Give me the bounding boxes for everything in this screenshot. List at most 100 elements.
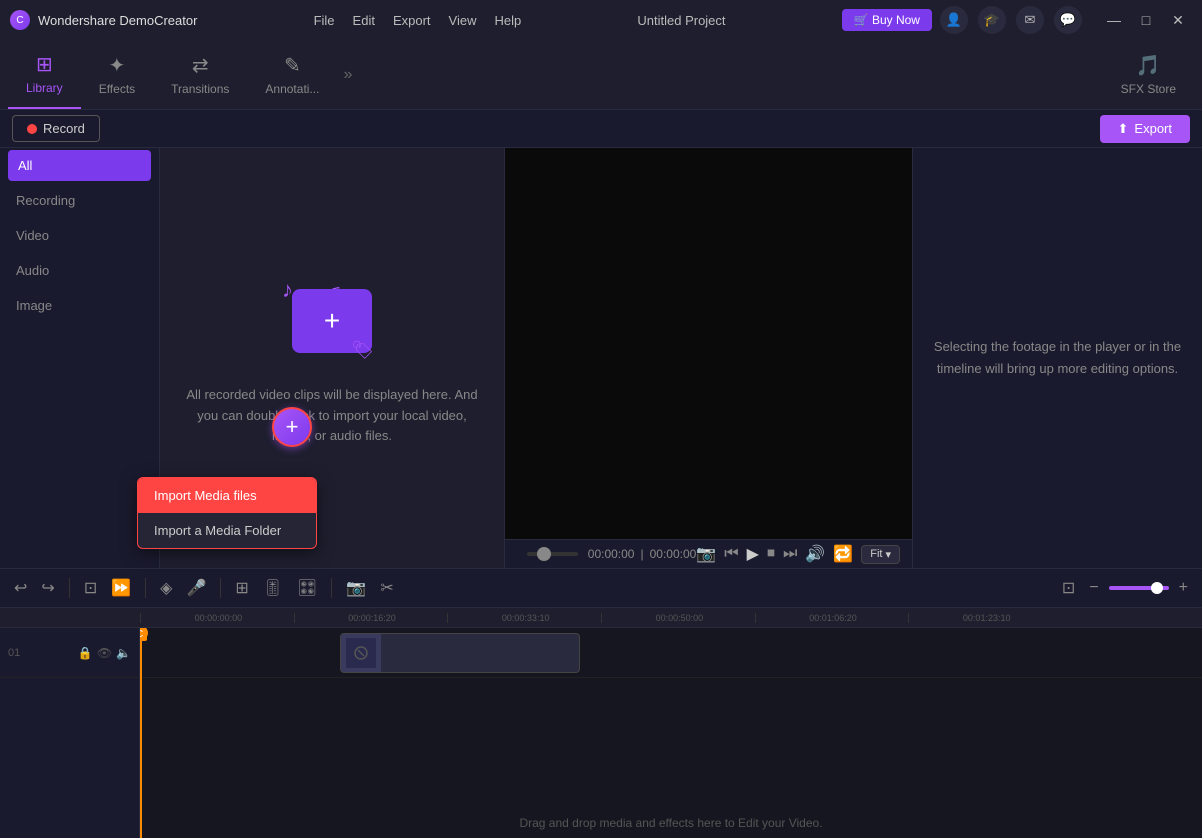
learn-icon[interactable]: 🎓: [978, 6, 1006, 34]
media-empty-text: All recorded video clips will be display…: [180, 385, 484, 447]
tab-library[interactable]: ⊞ Library: [8, 40, 81, 109]
import-folder-label: Import a Media Folder: [154, 523, 281, 538]
zoom-out-button[interactable]: −: [1085, 575, 1102, 601]
transitions-icon: ⇄: [192, 53, 209, 78]
center-media-area: ♪ ♫ + 🏷 All recorded video clips will be…: [160, 148, 504, 568]
sidebar-item-image[interactable]: Image: [0, 288, 159, 323]
import-media-files-item[interactable]: Import Media files: [138, 478, 316, 513]
sidebar-content: All Recording Video Audio Image: [0, 148, 504, 568]
playhead: C: [140, 628, 142, 838]
crop-button[interactable]: ⊡: [80, 574, 101, 602]
toolbar-divider-4: [331, 578, 332, 598]
zoom-in-button[interactable]: +: [1175, 575, 1192, 601]
close-button[interactable]: ✕: [1164, 6, 1192, 34]
sidebar-item-audio[interactable]: Audio: [0, 253, 159, 288]
tab-more-button[interactable]: »: [337, 40, 358, 109]
sidebar-item-video[interactable]: Video: [0, 218, 159, 253]
split-button[interactable]: ✂: [376, 574, 397, 602]
buy-now-button[interactable]: 🛒 Buy Now: [842, 9, 932, 31]
mail-icon[interactable]: ✉: [1016, 6, 1044, 34]
ruler-mark-3: 00:00:50:00: [601, 613, 755, 623]
clip-thumbnail: [341, 633, 381, 673]
next-frame-icon[interactable]: ⏭: [783, 545, 797, 563]
info-panel: Selecting the footage in the player or i…: [912, 148, 1202, 568]
menu-edit[interactable]: Edit: [353, 13, 375, 28]
export-button[interactable]: ⬆ Export: [1100, 115, 1190, 143]
track-audio-icon[interactable]: 🔈: [116, 646, 131, 660]
tab-effects[interactable]: ✦ Effects: [81, 40, 153, 109]
zoom-slider-thumb[interactable]: [1151, 582, 1163, 594]
timeline-tracks: 01 🔒 👁 🔈 C: [0, 628, 1202, 838]
media-clip-1[interactable]: [340, 633, 580, 673]
drag-drop-text: Drag and drop media and effects here to …: [519, 816, 822, 830]
preview-progress-bar[interactable]: [527, 552, 578, 556]
undo-button[interactable]: ↩: [10, 574, 31, 602]
speed-button[interactable]: ⏩: [107, 574, 135, 602]
export-label: Export: [1134, 121, 1172, 136]
audio-eq-button[interactable]: 🎛: [293, 574, 321, 602]
info-text: Selecting the footage in the player or i…: [933, 336, 1182, 380]
clip-thumb-icon: [346, 638, 376, 668]
ruler-mark-5: 00:01:23:10: [908, 613, 1062, 623]
zoom-slider-container: [1109, 586, 1169, 590]
tab-transitions[interactable]: ⇄ Transitions: [153, 40, 247, 109]
titlebar-menu: File Edit Export View Help: [314, 13, 522, 28]
ruler-mark-2: 00:00:33:10: [447, 613, 601, 623]
track-lock-icon[interactable]: 🔒: [78, 646, 93, 660]
menu-export[interactable]: Export: [393, 13, 431, 28]
account-icon[interactable]: 👤: [940, 6, 968, 34]
minimize-button[interactable]: —: [1100, 6, 1128, 34]
fit-timeline-button[interactable]: ⊡: [1058, 574, 1079, 602]
total-time: 00:00:00: [650, 547, 697, 561]
audio-adj-button[interactable]: 🎚: [259, 574, 287, 602]
maximize-button[interactable]: □: [1132, 6, 1160, 34]
left-and-center: All Recording Video Audio Image: [0, 148, 505, 568]
prev-frame-icon[interactable]: ⏮: [724, 545, 738, 563]
redo-button[interactable]: ↪: [37, 574, 58, 602]
tab-annotations[interactable]: ✎ Annotati...: [247, 40, 337, 109]
folder-plus-icon: +: [324, 305, 340, 337]
progress-thumb[interactable]: [537, 547, 551, 561]
fit-chevron: ▾: [885, 548, 891, 561]
track-visibility-icon[interactable]: 👁: [97, 646, 112, 660]
tab-sfxstore[interactable]: 🎵 SFX Store: [1103, 40, 1194, 109]
tracks-content: C Drag and drop media and effects here t…: [140, 628, 1202, 838]
tag-icon: 🏷: [351, 340, 374, 361]
record-label: Record: [43, 121, 85, 136]
app-logo: C: [10, 10, 30, 30]
import-media-label: Import Media files: [154, 488, 257, 503]
zoom-slider[interactable]: [1109, 586, 1169, 590]
track-label-1: 01 🔒 👁 🔈: [0, 628, 139, 678]
snapshot-button[interactable]: 📷: [342, 574, 370, 602]
menu-file[interactable]: File: [314, 13, 335, 28]
sfxstore-icon: 🎵: [1136, 53, 1161, 78]
content-area: All Recording Video Audio Image: [0, 148, 1202, 568]
volume-icon[interactable]: 🔊: [805, 544, 825, 564]
play-icon[interactable]: ▶: [747, 544, 759, 564]
menu-view[interactable]: View: [449, 13, 477, 28]
preview-screen: [505, 148, 912, 539]
fit-label: Fit: [870, 548, 882, 560]
window-controls: — □ ✕: [1100, 6, 1192, 34]
top-section: Record ⬆ Export All Recording Video: [0, 110, 1202, 568]
sidebar-item-recording[interactable]: Recording: [0, 183, 159, 218]
loop-icon[interactable]: 🔁: [833, 544, 853, 564]
menu-help[interactable]: Help: [494, 13, 521, 28]
toolbar-right: ⊡ − +: [1058, 574, 1192, 602]
record-button[interactable]: Record: [12, 115, 100, 142]
fit-button[interactable]: Fit ▾: [861, 545, 900, 564]
screenshot-icon[interactable]: 📷: [696, 544, 716, 564]
import-media-folder-item[interactable]: Import a Media Folder: [138, 513, 316, 548]
support-icon[interactable]: 💬: [1054, 6, 1082, 34]
add-media-button[interactable]: +: [272, 407, 312, 447]
timeline-ruler: 00:00:00:00 00:00:16:20 00:00:33:10 00:0…: [0, 608, 1202, 628]
sidebar-item-all[interactable]: All: [8, 150, 151, 181]
mic-button[interactable]: 🎤: [182, 574, 210, 602]
project-title: Untitled Project: [637, 13, 725, 28]
mark-button[interactable]: ◈: [156, 574, 176, 602]
stop-icon[interactable]: ⏹: [767, 545, 775, 563]
timeline-area: 00:00:00:00 00:00:16:20 00:00:33:10 00:0…: [0, 608, 1202, 838]
track-row-1: [140, 628, 1202, 678]
multi-button[interactable]: ⊞: [231, 574, 252, 602]
playhead-label: C: [140, 628, 147, 641]
